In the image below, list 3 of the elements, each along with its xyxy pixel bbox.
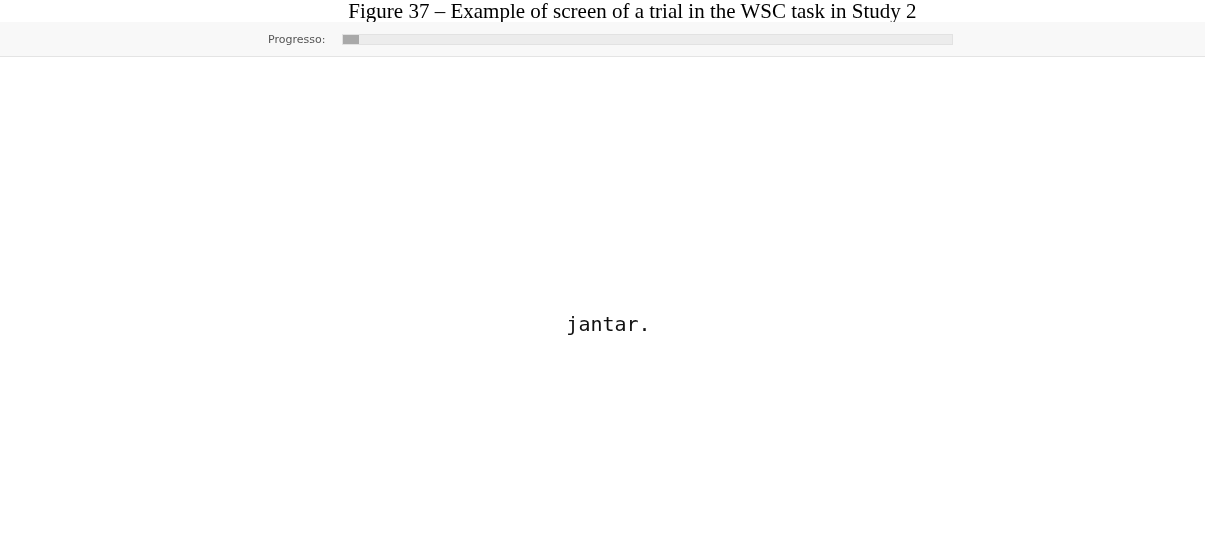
progress-label: Progresso: [268, 32, 327, 46]
stimulus-word: jantar. [566, 312, 651, 338]
figure-caption: Figure 37 – Example of screen of a trial in the WSC task in Study 2 [347, 0, 918, 22]
